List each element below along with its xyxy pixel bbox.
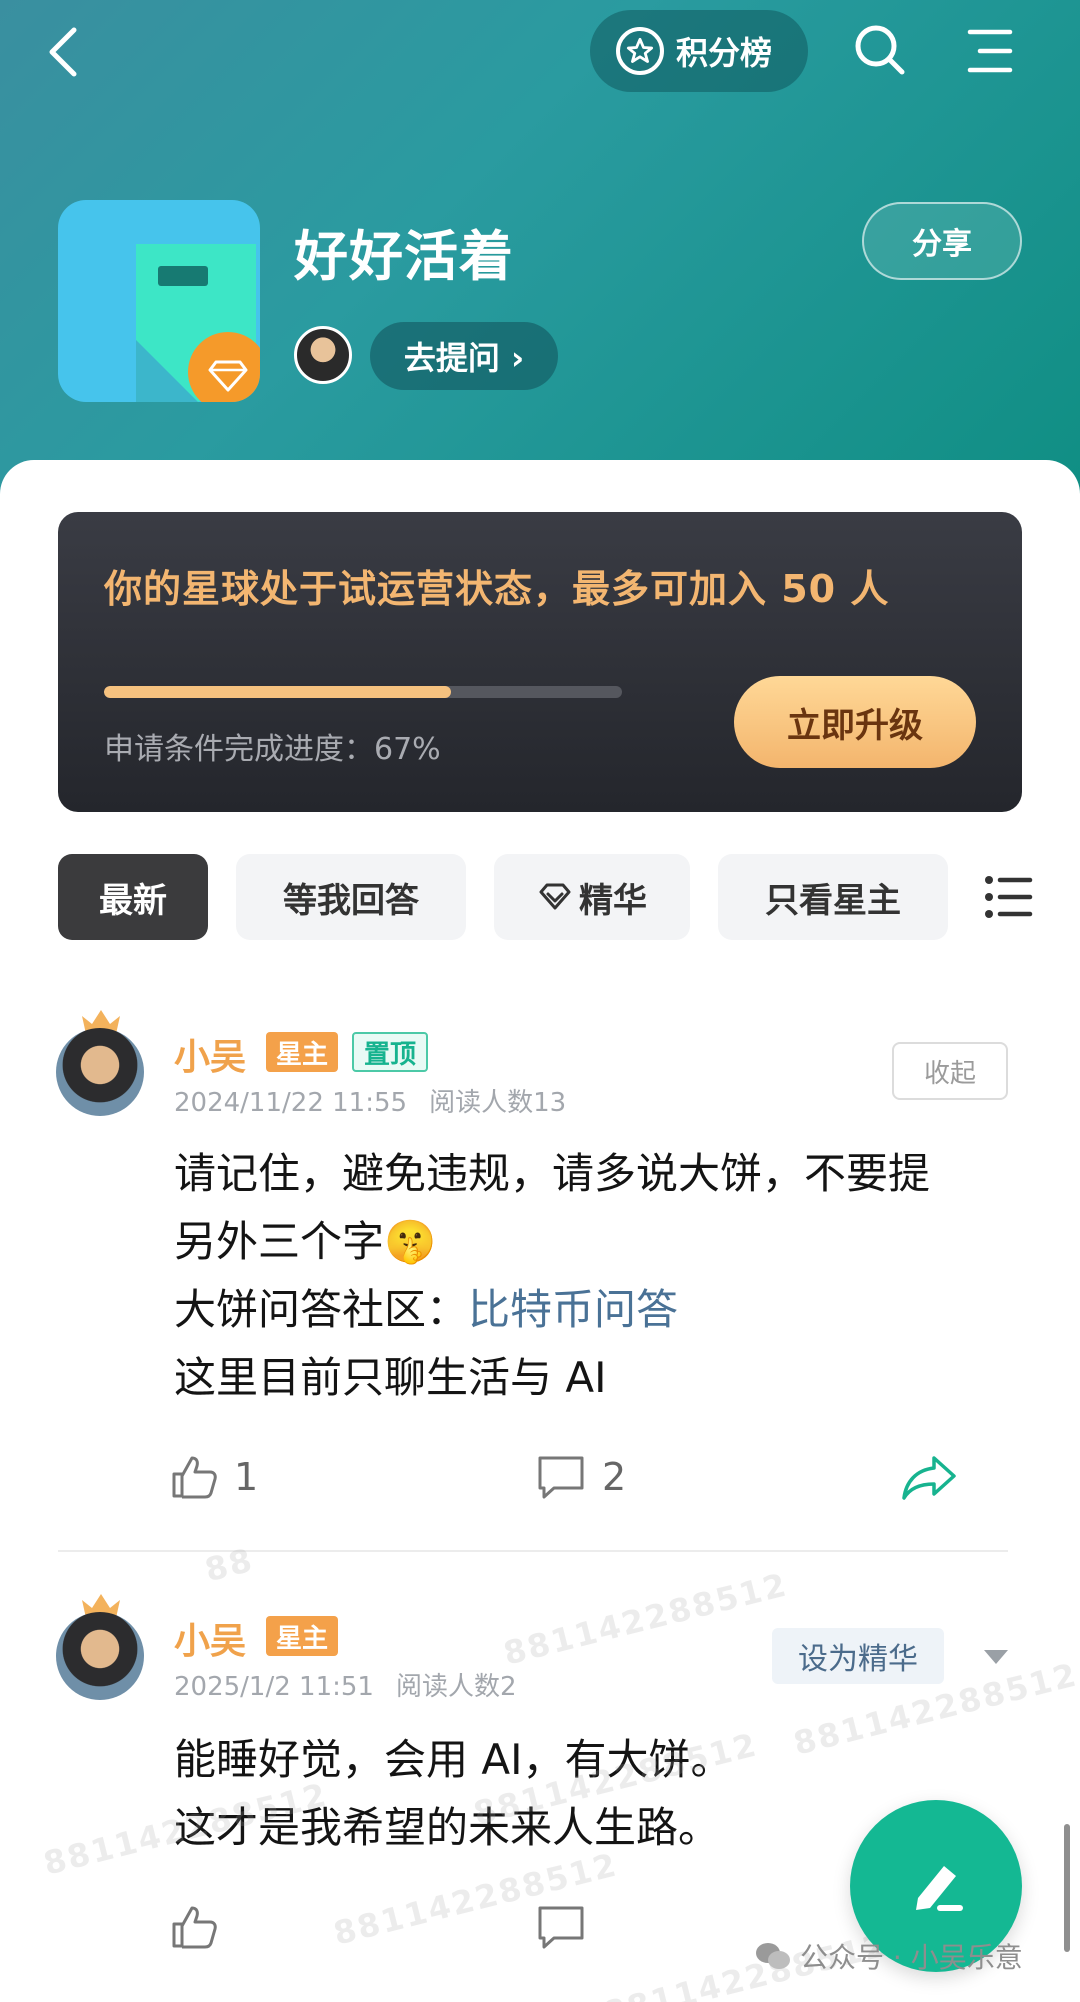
comment-button[interactable]: 2 — [536, 1454, 626, 1500]
menu-icon[interactable] — [966, 26, 1014, 76]
back-icon[interactable] — [40, 24, 90, 80]
read-count: 阅读人数13 — [429, 1088, 567, 1118]
tab-owner-only[interactable]: 只看星主 — [718, 854, 948, 940]
post-text-line: 请记住，避免违规，请多说大饼，不要提 — [174, 1149, 931, 1198]
owner-badge: 星主 — [266, 1616, 339, 1656]
pinned-badge: 置顶 — [352, 1032, 429, 1072]
read-count: 阅读人数2 — [395, 1672, 517, 1702]
like-button[interactable]: 1 — [170, 1454, 258, 1500]
post-meta: 2024/11/22 11:55 阅读人数13 — [174, 1082, 566, 1119]
tab-label: 最新 — [99, 880, 167, 921]
footer-text: 公众号 · 小吴乐意 — [800, 1941, 1023, 1974]
post-text-line: 大饼问答社区：比特币问答 — [174, 1276, 1034, 1344]
tab-label: 等我回答 — [283, 880, 419, 921]
post-text: 大饼问答社区： — [174, 1285, 469, 1334]
post-text-line: 这里目前只聊生活与 AI — [174, 1353, 607, 1402]
tab-featured[interactable]: 精华 — [494, 854, 690, 940]
wechat-icon — [756, 1943, 790, 1969]
chevron-down-icon[interactable] — [982, 1648, 1010, 1666]
comment-icon — [538, 1456, 584, 1499]
avatar[interactable] — [294, 326, 352, 384]
upgrade-button[interactable]: 立即升级 — [734, 676, 976, 768]
thumbs-up-icon — [172, 1906, 217, 1949]
trial-status-title: 你的星球处于试运营状态，最多可加入 50 人 — [104, 567, 890, 611]
application-progress-fill — [104, 686, 452, 698]
footer-watermark: 公众号 · 小吴乐意 — [754, 1936, 1023, 1976]
comment-icon — [538, 1906, 584, 1949]
star-icon — [616, 27, 664, 75]
leaderboard-button[interactable]: 积分榜 — [590, 10, 808, 92]
application-progress-label: 申请条件完成进度：67% — [104, 732, 441, 767]
ask-question-button[interactable]: 去提问 › — [370, 322, 558, 390]
share-button[interactable]: 分享 — [862, 202, 1022, 280]
comment-button[interactable] — [536, 1904, 586, 1950]
diamond-icon — [539, 883, 571, 910]
author-name[interactable]: 小吴 — [174, 1612, 246, 1664]
group-icon — [58, 200, 260, 402]
author-name[interactable]: 小吴 — [174, 1028, 246, 1080]
tab-label: 精华 — [579, 880, 647, 921]
pencil-icon — [916, 1866, 963, 1911]
community-link[interactable]: 比特币问答 — [468, 1285, 678, 1334]
leaderboard-label: 积分榜 — [676, 34, 773, 72]
like-count: 1 — [234, 1455, 259, 1499]
list-icon[interactable] — [984, 874, 1034, 920]
search-icon[interactable] — [852, 22, 908, 78]
post-meta: 2025/1/2 11:51 阅读人数2 — [174, 1666, 517, 1703]
collapse-button[interactable]: 收起 — [892, 1042, 1008, 1100]
post-divider — [58, 1550, 1008, 1552]
group-title: 好好活着 — [294, 225, 514, 288]
set-featured-button[interactable]: 设为精华 — [772, 1628, 944, 1684]
tab-awaiting-answer[interactable]: 等我回答 — [236, 854, 466, 940]
post-body: 请记住，避免违规，请多说大饼，不要提 另外三个字🤫 大饼问答社区：比特币问答 这… — [174, 1140, 1034, 1412]
tab-latest[interactable]: 最新 — [58, 854, 208, 940]
post-date: 2024/11/22 11:55 — [174, 1088, 408, 1118]
post-text-line: 另外三个字🤫 — [174, 1217, 437, 1266]
tab-label: 只看星主 — [765, 880, 901, 921]
scrollbar[interactable] — [1064, 1824, 1070, 1952]
application-progress-bar — [104, 686, 622, 698]
trial-status-card: 你的星球处于试运营状态，最多可加入 50 人 申请条件完成进度：67% 立即升级 — [58, 512, 1022, 812]
post-text-line: 能睡好觉，会用 AI，有大饼。 — [174, 1735, 733, 1784]
owner-badge: 星主 — [266, 1032, 339, 1072]
avatar[interactable] — [56, 1028, 144, 1116]
thumbs-up-icon — [172, 1456, 217, 1499]
comment-count: 2 — [602, 1455, 627, 1499]
post-date: 2025/1/2 11:51 — [174, 1672, 374, 1702]
like-button[interactable] — [170, 1904, 218, 1950]
filter-tabs: 最新 等我回答 精华 只看星主 — [58, 854, 1080, 940]
avatar[interactable] — [56, 1612, 144, 1700]
share-icon[interactable] — [900, 1454, 958, 1500]
